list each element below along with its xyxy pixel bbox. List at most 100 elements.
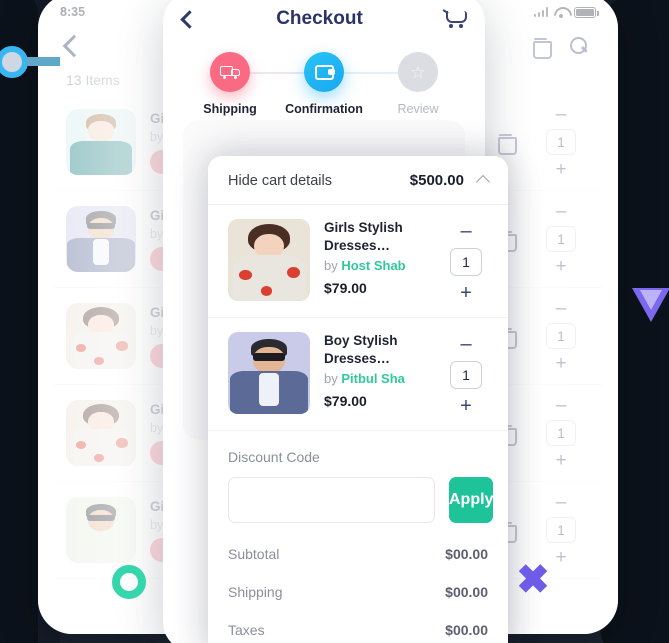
stepper-step-shipping[interactable]: Shipping [183, 52, 277, 116]
increment-button[interactable]: + [555, 451, 566, 470]
decrement-button[interactable]: – [556, 299, 567, 318]
header-actions [533, 37, 594, 59]
decrement-button[interactable]: – [460, 221, 471, 241]
product-thumbnail [66, 400, 136, 466]
quantity-value[interactable]: 1 [546, 517, 576, 543]
stepper-circle [304, 52, 344, 92]
increment-button[interactable]: + [555, 548, 566, 567]
product-thumbnail [66, 303, 136, 369]
decrement-button[interactable]: – [460, 334, 471, 354]
increment-button[interactable]: + [460, 396, 472, 416]
product-thumbnail [66, 497, 136, 563]
cart-icon[interactable] [443, 9, 467, 29]
checkout-title: Checkout [276, 8, 363, 29]
purple-x-decoration: ✖ [516, 558, 550, 602]
product-info: Girls Stylish Dresses… by Host Shab $79.… [324, 219, 430, 296]
row-trash-cell [492, 133, 518, 155]
decrement-button[interactable]: – [556, 202, 567, 221]
stepper-label: Confirmation [285, 102, 363, 116]
blue-gear-bar-decoration [26, 57, 60, 66]
quantity-stepper[interactable]: – 1 + [532, 202, 590, 276]
backdrop-shape-far-left [0, 0, 38, 643]
trash-icon[interactable] [497, 133, 517, 155]
stepper-step-confirmation[interactable]: Confirmation [277, 52, 371, 116]
wallet-icon [314, 64, 335, 80]
totals-label: Shipping [228, 584, 283, 600]
checkout-stepper: Shipping Confirmation ☆ Review [163, 36, 485, 126]
list-item[interactable]: Boy Stylish Dresses… by Pitbul Sha $79.0… [208, 318, 508, 431]
teal-ring-decoration [112, 565, 146, 599]
product-name: Girls Stylish Dresses… [324, 220, 403, 253]
trash-icon[interactable] [533, 37, 552, 59]
decrement-button[interactable]: – [556, 493, 567, 512]
product-seller: by Pitbul Sha [324, 371, 430, 386]
totals-row-taxes: Taxes $00.00 [228, 611, 488, 643]
by-prefix: by [324, 371, 342, 387]
battery-icon [574, 6, 599, 18]
quantity-value[interactable]: 1 [546, 420, 576, 446]
discount-code-input[interactable] [228, 477, 435, 523]
status-bar-icons [533, 6, 599, 18]
product-seller: by Host Shab [324, 258, 430, 273]
totals-value: $00.00 [445, 546, 488, 562]
quantity-value[interactable]: 1 [450, 361, 482, 389]
totals-row-subtotal: Subtotal $00.00 [228, 535, 488, 573]
star-icon: ☆ [410, 62, 426, 82]
totals-value: $00.00 [445, 622, 488, 638]
product-info: Boy Stylish Dresses… by Pitbul Sha $79.0… [324, 332, 430, 409]
quantity-stepper[interactable]: – 1 + [444, 219, 488, 303]
totals-value: $00.00 [445, 584, 488, 600]
cart-details-sheet: Hide cart details $500.00 Girls Stylish … [208, 156, 508, 643]
product-price: $79.00 [324, 280, 367, 297]
product-thumbnail [66, 109, 136, 175]
stepper-label: Shipping [203, 102, 257, 116]
cart-details-toggle[interactable]: Hide cart details $500.00 [208, 156, 508, 205]
discount-section: Discount Code Apply [208, 431, 508, 523]
quantity-stepper[interactable]: – 1 + [532, 299, 590, 373]
product-name: Boy Stylish Dresses… [324, 333, 398, 366]
quantity-value[interactable]: 1 [546, 226, 576, 252]
totals-section: Subtotal $00.00 Shipping $00.00 Taxes $0… [208, 523, 508, 643]
purple-v-logo-decoration [632, 288, 669, 322]
quantity-value[interactable]: 1 [546, 323, 576, 349]
checkout-header: Checkout [163, 0, 485, 36]
product-thumbnail [228, 219, 310, 301]
seller-name[interactable]: Pitbul Sha [341, 371, 405, 386]
list-item[interactable]: Girls Stylish Dresses… by Host Shab $79.… [208, 205, 508, 318]
chevron-left-icon[interactable] [62, 34, 86, 58]
quantity-stepper[interactable]: – 1 + [532, 493, 590, 567]
stepper-circle [210, 52, 250, 92]
cart-details-toggle-label: Hide cart details [228, 172, 332, 189]
decrement-button[interactable]: – [556, 105, 567, 124]
apply-button[interactable]: Apply [449, 477, 494, 523]
increment-button[interactable]: + [460, 283, 472, 303]
totals-label: Taxes [228, 622, 265, 638]
seller-name[interactable]: Host Shab [341, 258, 405, 273]
stepper-label: Review [397, 102, 439, 116]
stepper-circle: ☆ [398, 52, 438, 92]
status-bar-time: 8:35 [60, 5, 86, 19]
product-price: $79.00 [324, 393, 367, 410]
signal-icon [533, 7, 548, 17]
increment-button[interactable]: + [555, 160, 566, 179]
truck-icon [220, 65, 240, 80]
stepper-step-review[interactable]: ☆ Review [371, 52, 465, 116]
screenshot-stage: 8:35 My Cart 13 Items Girls Stylish Dres… [0, 0, 669, 643]
quantity-stepper[interactable]: – 1 + [444, 332, 488, 416]
quantity-stepper[interactable]: – 1 + [532, 396, 590, 470]
decrement-button[interactable]: – [556, 396, 567, 415]
increment-button[interactable]: + [555, 354, 566, 373]
totals-label: Subtotal [228, 546, 280, 562]
discount-row: Apply [228, 477, 494, 523]
cart-details-total: $500.00 [409, 172, 464, 189]
product-thumbnail [228, 332, 310, 414]
quantity-value[interactable]: 1 [546, 129, 576, 155]
product-thumbnail [66, 206, 136, 272]
chevron-up-icon[interactable] [475, 174, 491, 190]
quantity-value[interactable]: 1 [450, 248, 482, 276]
wifi-icon [554, 7, 568, 18]
increment-button[interactable]: + [555, 257, 566, 276]
by-prefix: by [324, 258, 342, 274]
search-icon[interactable] [570, 37, 588, 55]
quantity-stepper[interactable]: – 1 + [532, 105, 590, 179]
